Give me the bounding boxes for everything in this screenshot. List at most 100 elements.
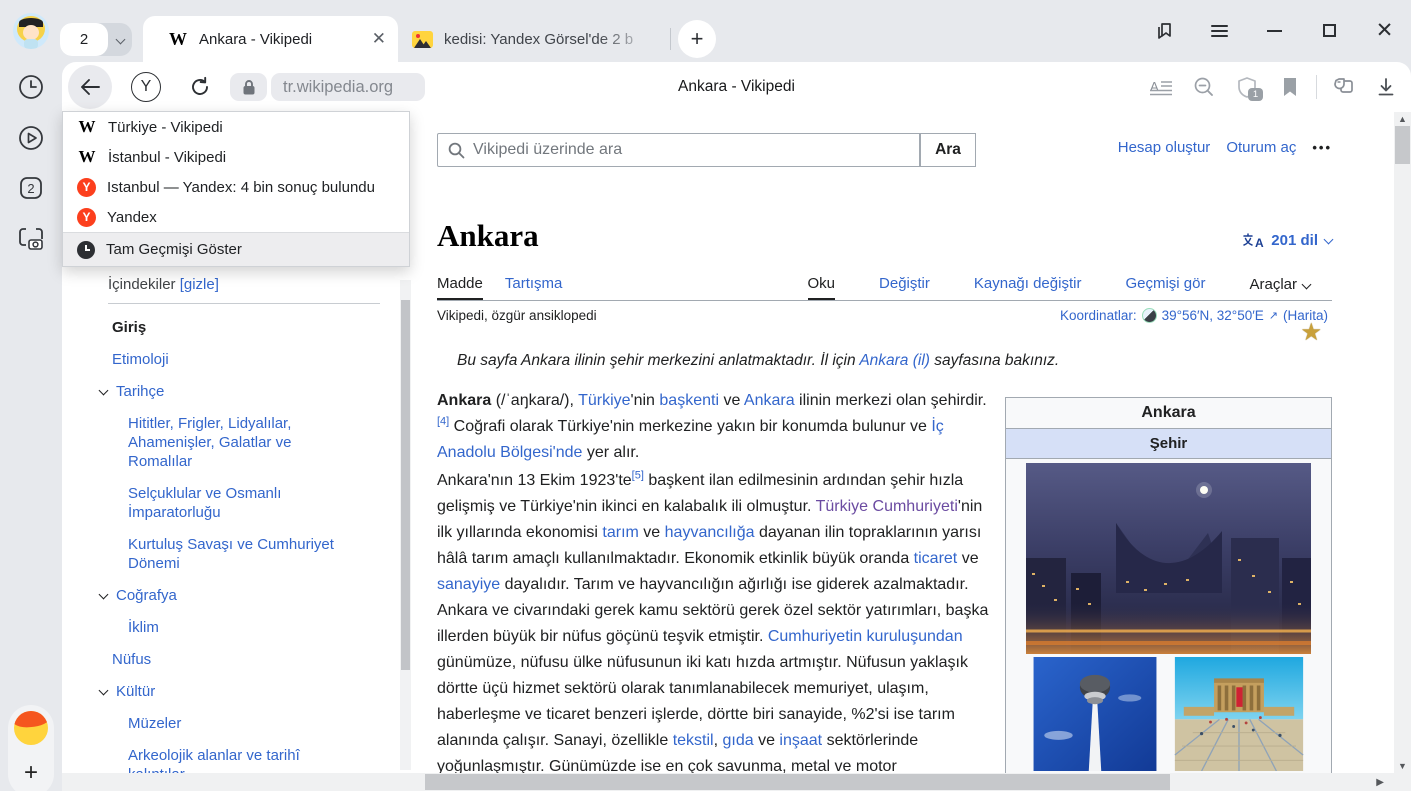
tab-tools[interactable]: Araçlar bbox=[1249, 275, 1310, 300]
vertical-scrollbar[interactable]: ▲ ▼ bbox=[1394, 112, 1411, 773]
toolbar-page-title: Ankara - Vikipedi bbox=[362, 62, 1111, 112]
language-selector[interactable]: A 201 dil bbox=[1243, 232, 1332, 249]
coordinates-label[interactable]: Koordinatlar: bbox=[1060, 308, 1137, 323]
extensions-button[interactable] bbox=[1326, 70, 1360, 104]
tab-counter[interactable]: 2 bbox=[60, 23, 132, 56]
scroll-right-arrow[interactable]: ▶ bbox=[1376, 773, 1384, 791]
tab-edit[interactable]: Değiştir bbox=[879, 275, 930, 300]
maximize-icon bbox=[1323, 24, 1336, 37]
featured-article-star-icon: ★ bbox=[1300, 318, 1322, 347]
close-window-button[interactable]: ✕ bbox=[1368, 14, 1401, 47]
chevron-down-icon[interactable] bbox=[99, 590, 109, 600]
tab-read[interactable]: Oku bbox=[808, 275, 836, 300]
ankara-skyline-photo[interactable] bbox=[1026, 463, 1311, 654]
history-item-istanbul-wiki[interactable]: W İstanbul - Vikipedi bbox=[63, 142, 409, 172]
add-service-button[interactable]: + bbox=[8, 753, 54, 791]
chevron-down-icon[interactable] bbox=[99, 686, 109, 696]
wiki-search-input[interactable]: Vikipedi üzerinde ara bbox=[437, 133, 920, 167]
chevron-down-icon bbox=[1324, 234, 1334, 244]
toc-item-muzeler[interactable]: Müzeler bbox=[100, 714, 350, 733]
tab-view-history[interactable]: Geçmişi gör bbox=[1125, 275, 1205, 300]
profile-avatar[interactable] bbox=[13, 13, 49, 49]
tab-title: kedisi: Yandex Görsel'de 2 b bbox=[444, 31, 658, 48]
toc-item-cografya[interactable]: Coğrafya bbox=[100, 586, 400, 605]
toc-item-nufus[interactable]: Nüfus bbox=[100, 650, 400, 669]
tab-talk[interactable]: Tartışma bbox=[505, 275, 563, 300]
new-tab-button[interactable]: + bbox=[678, 20, 716, 58]
history-sidebar-button[interactable] bbox=[16, 72, 46, 102]
toc-scrollbar[interactable] bbox=[400, 280, 411, 770]
toc-item-kultur[interactable]: Kültür bbox=[100, 682, 400, 701]
menu-button[interactable] bbox=[1203, 14, 1236, 47]
tab-yandex-gorsel[interactable]: kedisi: Yandex Görsel'de 2 b bbox=[404, 16, 666, 62]
history-item-istanbul-yandex[interactable]: Y Istanbul — Yandex: 4 bin sonuç bulundu bbox=[63, 172, 409, 202]
toc-item-kurtulus[interactable]: Kurtuluş Savaşı ve Cumhuriyet Dönemi bbox=[100, 535, 350, 573]
toc-item-arkeolojik[interactable]: Arkeolojik alanlar ve tarihî kalıntılar bbox=[100, 746, 350, 773]
history-item-turkiye[interactable]: W Türkiye - Vikipedi bbox=[63, 112, 409, 142]
scroll-up-arrow[interactable]: ▲ bbox=[1394, 112, 1411, 126]
tab-counter-chevron[interactable] bbox=[108, 36, 132, 43]
tabs-sidebar-button[interactable]: 2 bbox=[16, 173, 46, 203]
tab-edit-source[interactable]: Kaynağı değiştir bbox=[974, 275, 1082, 300]
tab-ankara-vikipedi[interactable]: W Ankara - Vikipedi ✕ bbox=[143, 16, 398, 62]
zoom-out-button[interactable] bbox=[1187, 70, 1221, 104]
globe-icon[interactable] bbox=[1142, 308, 1157, 323]
user-menu-button[interactable]: ••• bbox=[1312, 140, 1332, 155]
login-link[interactable]: Oturum aç bbox=[1226, 139, 1296, 156]
svg-text:A: A bbox=[1150, 79, 1159, 94]
refresh-icon bbox=[189, 76, 211, 98]
toc-item-selcuklular[interactable]: Selçuklular ve Osmanlı İmparatorluğu bbox=[100, 484, 350, 522]
close-icon: ✕ bbox=[1376, 20, 1394, 41]
refresh-button[interactable] bbox=[178, 65, 222, 109]
image-favicon-icon bbox=[412, 31, 433, 48]
chevron-down-icon[interactable] bbox=[99, 386, 109, 396]
lock-icon bbox=[242, 79, 256, 96]
toc-item-tarihce[interactable]: Tarihçe bbox=[100, 382, 400, 401]
vertical-scrollbar-thumb[interactable] bbox=[1395, 126, 1410, 164]
coordinates: Koordinatlar: 39°56′N, 32°50′E ↗ (Harita… bbox=[1060, 308, 1328, 323]
reader-mode-button[interactable]: A bbox=[1144, 70, 1178, 104]
tab-bar: 2 W Ankara - Vikipedi ✕ kedisi: Yandex G… bbox=[0, 0, 1411, 62]
history-item-yandex[interactable]: Y Yandex bbox=[63, 202, 409, 232]
show-full-history-item[interactable]: Tam Geçmişi Göster bbox=[63, 232, 409, 266]
wikipedia-favicon-icon: W bbox=[169, 29, 187, 50]
media-sidebar-button[interactable] bbox=[16, 123, 46, 153]
yandex-home-button[interactable]: Y bbox=[124, 65, 168, 109]
yandex-favicon-icon: Y bbox=[77, 178, 96, 197]
download-icon bbox=[1376, 77, 1396, 97]
bookmark-button[interactable] bbox=[1273, 70, 1307, 104]
atakule-tower-photo[interactable] bbox=[1026, 657, 1164, 771]
horizontal-scrollbar-thumb[interactable] bbox=[425, 774, 1170, 790]
side-panels-button[interactable] bbox=[1148, 14, 1181, 47]
create-account-link[interactable]: Hesap oluştur bbox=[1118, 139, 1211, 156]
anitkabir-photo[interactable] bbox=[1167, 657, 1311, 771]
clock-icon bbox=[16, 72, 46, 102]
tab-article[interactable]: Madde bbox=[437, 275, 483, 300]
protect-shield-button[interactable]: 1 bbox=[1230, 70, 1264, 104]
chevron-down-icon bbox=[115, 35, 125, 45]
site-security-button[interactable] bbox=[230, 73, 267, 101]
toc-item-etimoloji[interactable]: Etimoloji bbox=[100, 350, 400, 369]
back-button[interactable] bbox=[68, 65, 112, 109]
yandex-y-icon: Y bbox=[131, 72, 161, 102]
browser-window: 2 W Ankara - Vikipedi ✕ kedisi: Yandex G… bbox=[0, 0, 1411, 791]
toc-item-giris[interactable]: Giriş bbox=[100, 318, 400, 337]
scroll-down-arrow[interactable]: ▼ bbox=[1394, 759, 1411, 773]
coordinates-value[interactable]: 39°56′N, 32°50′E bbox=[1162, 308, 1264, 323]
maximize-button[interactable] bbox=[1313, 14, 1346, 47]
yandex-mail-icon[interactable] bbox=[14, 711, 48, 745]
toc-item-iklim[interactable]: İklim bbox=[100, 618, 350, 637]
bookmark-flag-icon bbox=[1282, 77, 1298, 97]
infobox-photos bbox=[1006, 459, 1331, 771]
toc-item-hititler[interactable]: Hititler, Frigler, Lidyalılar, Ahamenişl… bbox=[100, 414, 350, 471]
screenshot-sidebar-button[interactable] bbox=[16, 223, 46, 253]
horizontal-scrollbar[interactable]: ▶ bbox=[62, 773, 1394, 791]
toc-hide-link[interactable]: [gizle] bbox=[180, 276, 219, 293]
minimize-button[interactable] bbox=[1258, 14, 1291, 47]
close-tab-icon[interactable]: ✕ bbox=[372, 29, 386, 49]
search-button[interactable]: Ara bbox=[920, 133, 976, 167]
search-placeholder: Vikipedi üzerinde ara bbox=[473, 141, 622, 159]
downloads-button[interactable] bbox=[1369, 70, 1403, 104]
toc-scrollbar-thumb[interactable] bbox=[401, 300, 410, 670]
svg-text:2: 2 bbox=[27, 181, 34, 196]
